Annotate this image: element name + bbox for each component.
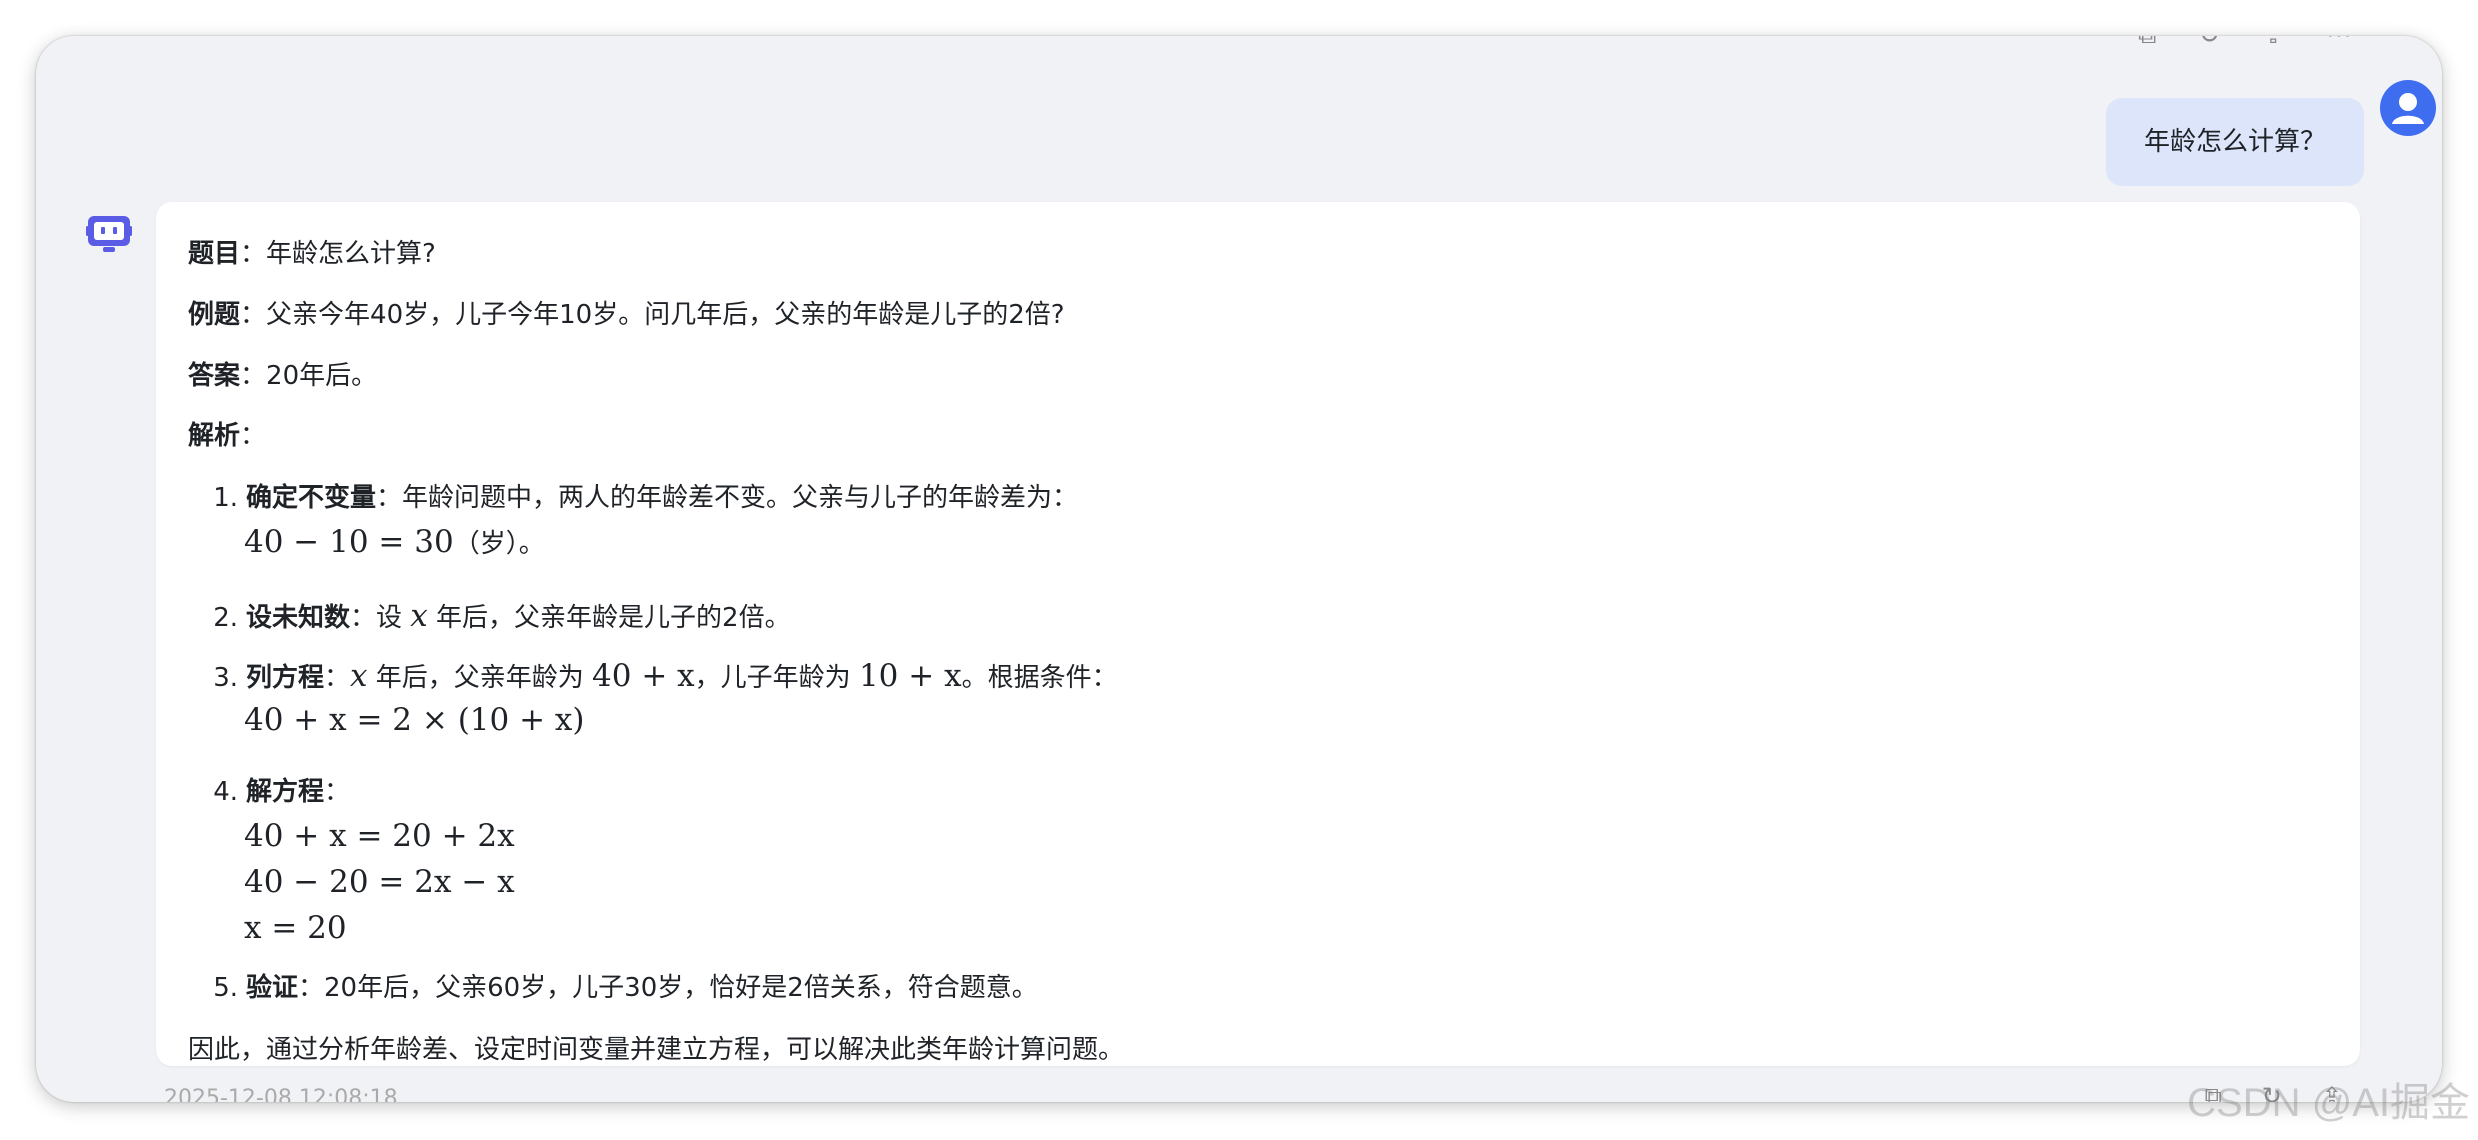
step-5: 5. 验证：20年后，父亲60岁，儿子30岁，恰好是2倍关系，符合题意。 xyxy=(213,973,1038,1003)
user-message-bubble: 年龄怎么计算？ xyxy=(2105,98,2364,186)
step-2: 2. 设未知数：设 x 年后，父亲年龄是儿子的2倍。 xyxy=(213,598,791,634)
refresh-icon[interactable]: ↻ xyxy=(2198,36,2220,51)
copy-icon[interactable]: ⧉ xyxy=(2138,36,2157,51)
example-label: 例题 xyxy=(188,300,241,330)
step-1-label: 确定不变量 xyxy=(246,483,377,513)
step-3-label: 列方程 xyxy=(246,663,325,693)
share-icon[interactable]: ⇪ xyxy=(2262,36,2284,51)
step-3-math: 40 + x = 2 × (10 + x) xyxy=(244,702,585,738)
step-3: 3. 列方程：x 年后，父亲年龄为 40 + x，儿子年龄为 10 + x。根据条… xyxy=(213,658,1118,694)
user-avatar-icon[interactable] xyxy=(2380,80,2436,136)
more-icon[interactable]: ⋯ xyxy=(2326,36,2352,51)
answer-title-line: 题目：年龄怎么计算? xyxy=(188,239,436,269)
step-1-math: 40 − 10 = 30（岁）。 xyxy=(244,524,545,560)
message-timestamp: 2025-12-08 12:08:18 xyxy=(164,1086,398,1102)
step-1-text: 年龄问题中，两人的年龄差不变。父亲与儿子的年龄差为： xyxy=(402,483,1079,513)
answer-analysis-line: 解析： xyxy=(188,421,267,451)
step-2-label: 设未知数 xyxy=(246,603,351,633)
answer-text: 20年后。 xyxy=(266,361,378,391)
previous-message-toolbar: ⧉ ↻ ⇪ ⋯ xyxy=(2138,36,2352,51)
step-5-label: 验证 xyxy=(246,973,299,1003)
step-4-math-1: 40 + x = 20 + 2x xyxy=(244,818,515,854)
title-label: 题目 xyxy=(188,239,241,269)
step-4-math-3: x = 20 xyxy=(244,910,347,946)
answer-answer-line: 答案：20年后。 xyxy=(188,361,378,391)
title-text: 年龄怎么计算? xyxy=(266,239,436,269)
chat-window: ⧉ ↻ ⇪ ⋯ 年龄怎么计算？ 题目：年龄怎么计算? xyxy=(36,36,2442,1102)
bot-answer-bubble: 题目：年龄怎么计算? 例题：父亲今年40岁，儿子今年10岁。问几年后，父亲的年龄… xyxy=(156,202,2360,1066)
bot-icon xyxy=(86,212,132,256)
step-4-math-2: 40 − 20 = 2x − x xyxy=(244,864,515,900)
example-text: 父亲今年40岁，儿子今年10岁。问几年后，父亲的年龄是儿子的2倍? xyxy=(266,300,1065,330)
conclusion-text: 因此，通过分析年龄差、设定时间变量并建立方程，可以解决此类年龄计算问题。 xyxy=(188,1035,1125,1065)
answer-label: 答案 xyxy=(188,361,241,391)
answer-example-line: 例题：父亲今年40岁，儿子今年10岁。问几年后，父亲的年龄是儿子的2倍? xyxy=(188,300,1065,330)
step-1: 1. 确定不变量：年龄问题中，两人的年龄差不变。父亲与儿子的年龄差为： xyxy=(213,483,1079,513)
user-message-row: 年龄怎么计算？ xyxy=(2105,80,2436,186)
analysis-label: 解析 xyxy=(188,421,241,451)
step-4: 4. 解方程： xyxy=(213,777,351,807)
watermark: CSDN @AI掘金 xyxy=(2187,1081,2470,1125)
step-4-label: 解方程 xyxy=(246,777,325,807)
